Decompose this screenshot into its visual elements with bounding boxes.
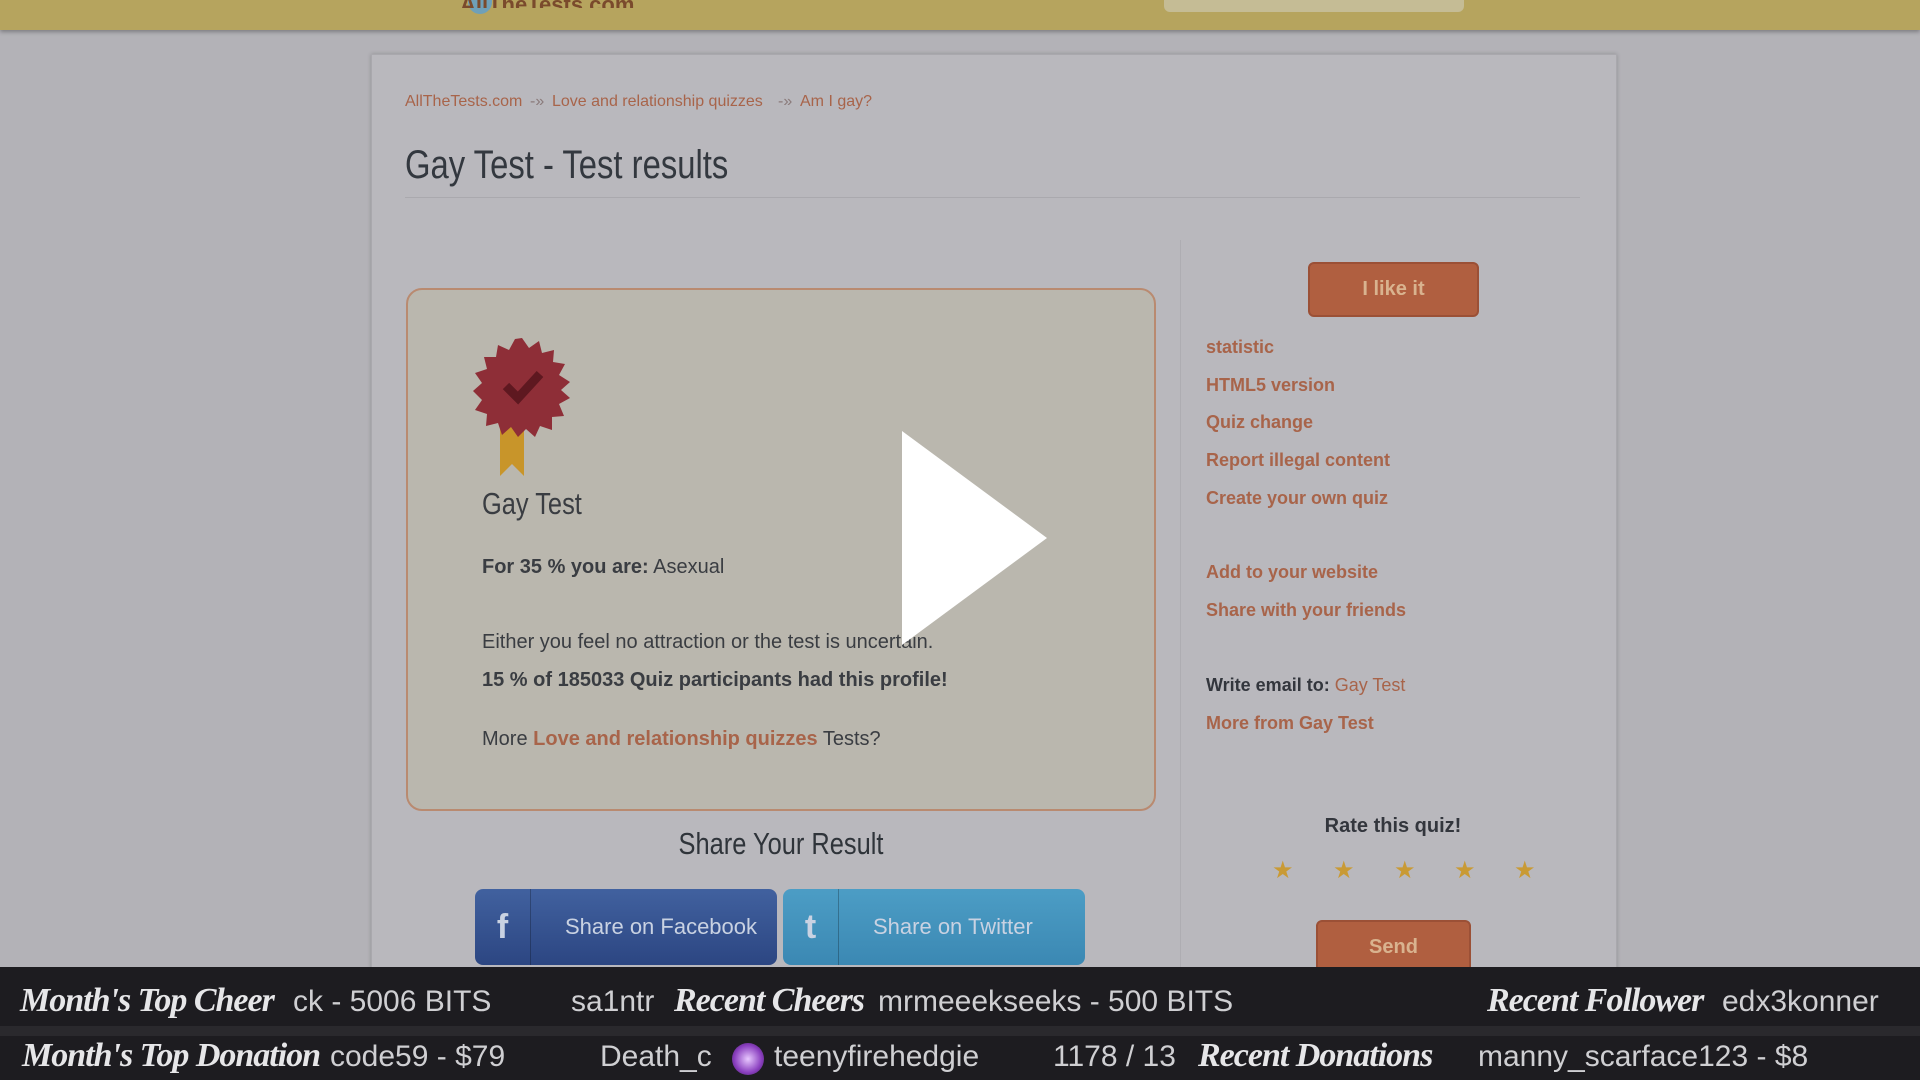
email-link[interactable]: Gay Test [1335, 675, 1406, 695]
overlay-separator [0, 1026, 1920, 1036]
share-twitter-button[interactable]: t Share on Twitter [783, 889, 1085, 965]
result-description: Either you feel no attraction or the tes… [482, 631, 934, 653]
sidebar-link-html5[interactable]: HTML5 version [1206, 375, 1335, 396]
breadcrumb-sep: -» [530, 93, 545, 110]
result-stat: 15 % of 185033 Quiz participants had thi… [482, 669, 948, 691]
sidebar-link-report[interactable]: Report illegal content [1206, 450, 1390, 471]
overlay-top-cheer: ck - 5006 BITS [293, 985, 492, 1018]
divider [405, 197, 1580, 198]
twitter-icon: t [783, 889, 839, 965]
site-header [0, 0, 1920, 30]
sidebar-link-quiz-change[interactable]: Quiz change [1206, 412, 1313, 433]
star-icon[interactable]: ★ [1333, 856, 1355, 885]
more-prefix: More [482, 728, 528, 750]
sidebar-link-create-quiz[interactable]: Create your own quiz [1206, 488, 1388, 509]
search-input[interactable] [1164, 0, 1464, 12]
overlay-top-donation: code59 - $79 [330, 1040, 506, 1073]
more-category-link[interactable]: Love and relationship quizzes [533, 728, 818, 750]
result-value: Asexual [653, 556, 725, 578]
breadcrumb-current[interactable]: Am I gay? [800, 93, 872, 111]
column-divider [1180, 240, 1181, 970]
sidebar-link-statistic[interactable]: statistic [1206, 337, 1274, 358]
more-suffix: Tests? [822, 728, 881, 750]
overlay-label-top-donation: Month's Top Donation [22, 1037, 321, 1074]
email-label: Write email to: [1206, 675, 1330, 695]
share-heading: Share Your Result [678, 826, 884, 861]
overlay-viewer: teenyfirehedgie [774, 1040, 980, 1073]
share-facebook-button[interactable]: f Share on Facebook [475, 889, 777, 965]
award-badge-icon [473, 338, 570, 476]
facebook-icon: f [475, 889, 531, 965]
star-icon[interactable]: ★ [1272, 856, 1294, 885]
overlay-recent-follower: edx3konner [1722, 985, 1879, 1018]
overlay-recent-cheer: mrmeeekseeks - 500 BITS [878, 985, 1234, 1018]
play-icon[interactable] [902, 431, 1047, 645]
result-quiz-name: Gay Test [482, 486, 582, 521]
like-button[interactable]: I like it [1308, 262, 1479, 317]
site-logo[interactable]: AllTheTests.com [460, 0, 840, 8]
rate-heading: Rate this quiz! [1324, 815, 1462, 837]
star-icon[interactable]: ★ [1514, 856, 1536, 885]
overlay-counter: 1178 / 13 [1053, 1040, 1176, 1073]
breadcrumb-home[interactable]: AllTheTests.com [405, 93, 522, 111]
emote-icon [732, 1043, 764, 1075]
overlay-label-recent-cheers: Recent Cheers [674, 982, 865, 1019]
sidebar-link-share-friends[interactable]: Share with your friends [1206, 600, 1406, 621]
page-title: Gay Test - Test results [405, 143, 729, 187]
share-facebook-label: Share on Facebook [565, 914, 758, 939]
star-icon[interactable]: ★ [1454, 856, 1476, 885]
star-icon[interactable]: ★ [1394, 856, 1416, 885]
breadcrumb-category[interactable]: Love and relationship quizzes [552, 93, 763, 111]
share-twitter-label: Share on Twitter [873, 914, 1033, 939]
overlay-recent-donation: manny_scarface123 - $8 [1478, 1040, 1809, 1073]
overlay-partial: sa1ntr [571, 985, 655, 1018]
sidebar-link-add-website[interactable]: Add to your website [1206, 562, 1378, 583]
more-from-link[interactable]: More from Gay Test [1206, 713, 1374, 734]
result-percent-label: For 35 % you are: [482, 556, 649, 578]
overlay-label-recent-donations: Recent Donations [1198, 1037, 1433, 1074]
breadcrumb-sep: -» [778, 93, 793, 110]
overlay-partial-2: Death_c [600, 1040, 712, 1073]
overlay-label-top-cheer: Month's Top Cheer [20, 982, 275, 1019]
overlay-label-recent-follower: Recent Follower [1487, 982, 1704, 1019]
